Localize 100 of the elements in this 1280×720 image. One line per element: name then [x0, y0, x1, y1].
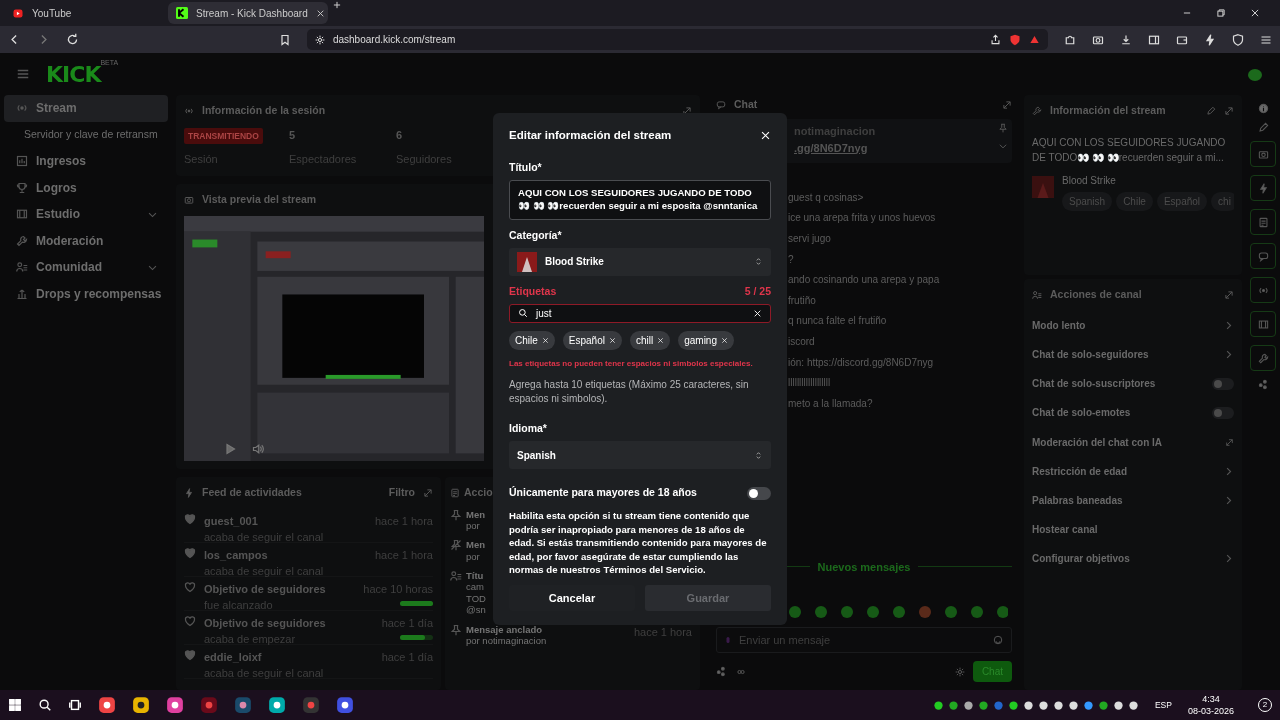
download-icon[interactable]	[1120, 33, 1132, 46]
info-icon[interactable]	[1257, 103, 1269, 114]
start-icon[interactable]	[8, 698, 22, 712]
sidebar-item[interactable]: Logros	[4, 174, 168, 201]
browser-tab[interactable]: YouTube	[4, 2, 164, 24]
tag-chip[interactable]: chill	[629, 331, 671, 351]
tray-icon[interactable]	[1112, 699, 1124, 711]
expand-icon[interactable]	[682, 105, 692, 116]
tray-icon[interactable]	[1127, 699, 1139, 711]
volume-icon[interactable]	[252, 442, 264, 455]
channel-action[interactable]: Restricción de edad	[1032, 456, 1234, 486]
tray-icon[interactable]	[947, 699, 959, 711]
panel-toggle-button[interactable]	[1250, 209, 1276, 235]
expand-icon[interactable]	[1224, 105, 1234, 116]
share-icon[interactable]	[990, 34, 1001, 45]
tray-icon[interactable]	[1037, 699, 1049, 711]
app-icon[interactable]	[132, 696, 150, 714]
site-settings-icon[interactable]	[314, 34, 325, 45]
feed-name: guest_001	[204, 513, 259, 529]
tray-icon[interactable]	[1097, 699, 1109, 711]
app-icon[interactable]	[336, 696, 354, 714]
tray-icon[interactable]	[1022, 699, 1034, 711]
channel-action[interactable]: Chat de solo-emotes	[1032, 398, 1234, 428]
sidebar-item[interactable]: Servidor y clave de retransm	[4, 121, 168, 148]
clock[interactable]: 4:34 08-03-2026	[1187, 693, 1234, 717]
toggle-switch[interactable]	[1212, 377, 1234, 390]
close-icon[interactable]	[760, 130, 771, 142]
menu-icon[interactable]	[16, 67, 30, 81]
app-icon[interactable]	[166, 696, 184, 714]
dots-icon[interactable]	[716, 666, 727, 677]
tag-chip[interactable]: Español	[562, 331, 622, 351]
panel-toggle-button[interactable]	[1250, 277, 1276, 303]
panel-toggle-button[interactable]	[1250, 141, 1276, 167]
tag-chip[interactable]: Chile	[509, 331, 555, 351]
channel-action[interactable]: Chat de solo-suscriptores	[1032, 369, 1234, 399]
sidebar-item[interactable]: Moderación	[4, 227, 168, 254]
address-bar[interactable]: dashboard.kick.com/stream	[306, 29, 1048, 50]
tray-icon[interactable]	[977, 699, 989, 711]
play-icon[interactable]	[224, 442, 236, 455]
channel-action[interactable]: Modo lento	[1032, 310, 1234, 340]
settings-icon[interactable]	[954, 666, 965, 677]
search-icon[interactable]	[38, 698, 52, 712]
filter-link[interactable]: Filtro	[388, 484, 415, 501]
close-icon[interactable]	[1250, 8, 1260, 18]
tray-icon[interactable]	[1082, 699, 1094, 711]
panel-toggle-button[interactable]	[1250, 311, 1276, 337]
bookmark-icon[interactable]	[278, 33, 291, 46]
sidebar-item[interactable]: Stream	[4, 95, 168, 122]
category-select[interactable]: Blood Strike	[509, 247, 771, 276]
new-tab-icon[interactable]	[332, 0, 342, 10]
shield-icon[interactable]	[1232, 33, 1244, 46]
tray-icon[interactable]	[1067, 699, 1079, 711]
menu-icon[interactable]	[1260, 33, 1272, 46]
tray-icon[interactable]	[1052, 699, 1064, 711]
log-text: @sn	[466, 604, 486, 616]
expand-icon[interactable]	[1002, 100, 1012, 110]
channel-action[interactable]: Hostear canal	[1032, 515, 1234, 545]
reload-icon[interactable]	[66, 33, 79, 46]
chat-icon	[716, 100, 726, 110]
language-indicator[interactable]: ESP	[1154, 698, 1172, 712]
edit-icon[interactable]	[1257, 122, 1269, 133]
clear-icon[interactable]	[753, 308, 762, 318]
panel-toggle-button[interactable]	[1250, 175, 1276, 201]
screenshot-icon[interactable]	[1092, 33, 1104, 46]
description-text: Habilita esta opción si tu stream tiene contenido que podría ser inapropiado para menores de 18 años de edad. Si estás transmitiendo contenido para mayores de edad, por favor asegúrate de estar cumpliendo las normas de nuestros Términos del Servicio.	[509, 508, 768, 577]
tray-icon[interactable]	[962, 699, 974, 711]
browser-tab[interactable]: Stream - Kick Dashboard	[168, 2, 328, 24]
tray-icon[interactable]	[932, 699, 944, 711]
channel-action[interactable]: Configurar objetivos	[1032, 544, 1234, 574]
task-view-icon[interactable]	[68, 698, 82, 712]
toggle-switch[interactable]	[1212, 406, 1234, 419]
sidebar-item[interactable]: Drops y recompensas	[4, 280, 168, 307]
pinned-link[interactable]: .gg/8N6D7nyg	[794, 139, 868, 156]
panel-toggle-button[interactable]	[1250, 243, 1276, 269]
channel-action[interactable]: Moderación del chat con IA	[1032, 427, 1234, 457]
chat-link[interactable]: https://discord.gg/8N6D7nyg	[806, 356, 934, 368]
close-icon[interactable]	[315, 8, 325, 18]
panel-toggle-button[interactable]	[1250, 345, 1276, 371]
sidebar-item[interactable]: Estudio	[4, 201, 168, 228]
channel-action[interactable]: Chat de solo-seguidores	[1032, 339, 1234, 370]
app-icon[interactable]	[268, 696, 286, 714]
pin-icon	[450, 623, 462, 636]
sidebar-item[interactable]: Ingresos	[4, 148, 168, 175]
language-select[interactable]: Spanish	[509, 440, 771, 470]
tray-icon[interactable]	[1007, 699, 1019, 711]
sidebar-icon[interactable]	[1148, 33, 1160, 46]
tag-search-field[interactable]: just	[509, 303, 771, 324]
restore-icon[interactable]	[1216, 8, 1226, 18]
wallet-icon[interactable]	[1176, 33, 1188, 46]
channel-action[interactable]: Palabras baneadas	[1032, 485, 1234, 516]
app-icon[interactable]	[234, 696, 252, 714]
tag-chip[interactable]: gaming	[678, 331, 734, 351]
expand-icon[interactable]	[423, 487, 433, 498]
app-icon[interactable]	[98, 696, 116, 714]
title-field[interactable]: AQUI CON LOS SEGUIDORES JUGANDO DE TODO👀 👀 👀recuerden seguir a mi esposita @snntanica	[509, 180, 771, 220]
dots-icon[interactable]	[1257, 379, 1269, 390]
toggle-switch[interactable]	[747, 486, 771, 500]
expand-icon[interactable]	[1224, 289, 1234, 300]
panel-title: Información de la sesión	[202, 103, 327, 118]
sidebar-item[interactable]: Comunidad	[4, 254, 168, 281]
